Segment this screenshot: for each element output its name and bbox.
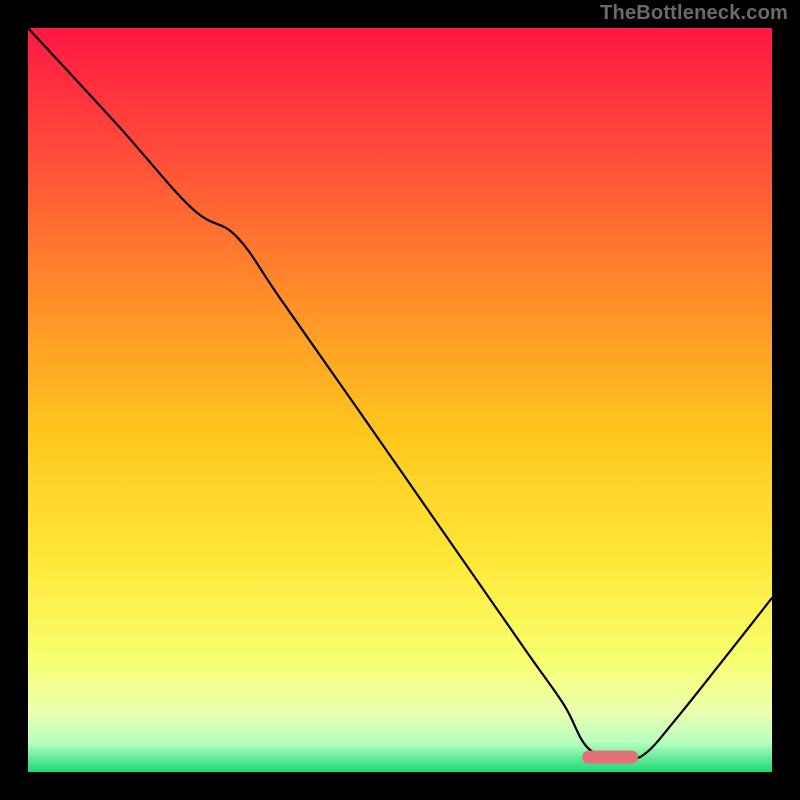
gradient-background	[28, 28, 772, 772]
pink-marker	[582, 751, 638, 764]
plot-area	[28, 28, 772, 772]
chart-svg	[28, 28, 772, 772]
chart-frame: TheBottleneck.com	[0, 0, 800, 800]
watermark-label: TheBottleneck.com	[600, 2, 788, 25]
